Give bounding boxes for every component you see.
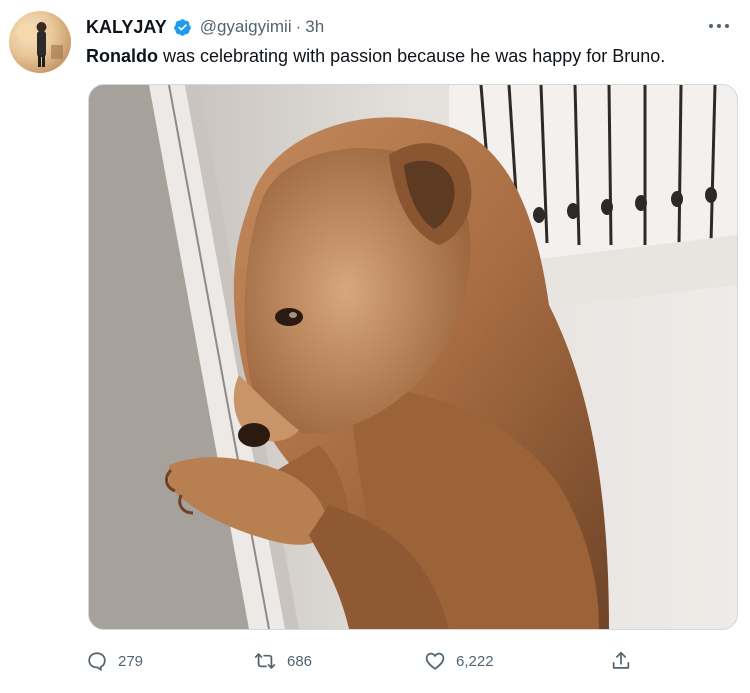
tweet-media-image[interactable]	[88, 84, 738, 630]
more-options-button[interactable]	[706, 15, 732, 37]
header-separator: ·	[295, 17, 302, 36]
more-horizontal-icon	[709, 24, 729, 28]
tweet-header: KALYJAY @gyaigyimii · 3h	[86, 14, 324, 40]
author-display-name[interactable]: KALYJAY	[86, 17, 167, 38]
avatar-image	[17, 22, 63, 67]
heart-icon	[425, 652, 445, 670]
tweet-timestamp[interactable]: 3h	[305, 17, 324, 37]
dog-photo	[89, 85, 737, 629]
tweet-text-body: was celebrating with passion because he …	[158, 46, 666, 66]
retweet-icon	[254, 653, 276, 669]
share-button[interactable]	[610, 646, 632, 676]
tweet-text: Ronaldo was celebrating with passion bec…	[86, 43, 736, 69]
verified-badge-icon	[173, 18, 192, 37]
reply-icon	[88, 652, 106, 672]
share-icon	[612, 651, 630, 669]
tweet-card[interactable]: KALYJAY @gyaigyimii · 3h Ronaldo was cel…	[0, 0, 750, 693]
reply-count: 279	[118, 652, 144, 670]
like-button[interactable]: 6,222	[424, 646, 494, 676]
retweet-count: 686	[287, 652, 313, 670]
reply-button[interactable]: 279	[86, 646, 143, 676]
like-count: 6,222	[456, 652, 494, 670]
author-avatar[interactable]	[9, 11, 71, 73]
tweet-text-mention: Ronaldo	[86, 46, 158, 66]
author-handle[interactable]: @gyaigyimii	[200, 17, 292, 37]
retweet-button[interactable]: 686	[253, 646, 312, 676]
tweet-actions: 279 686 6,222	[86, 646, 646, 676]
